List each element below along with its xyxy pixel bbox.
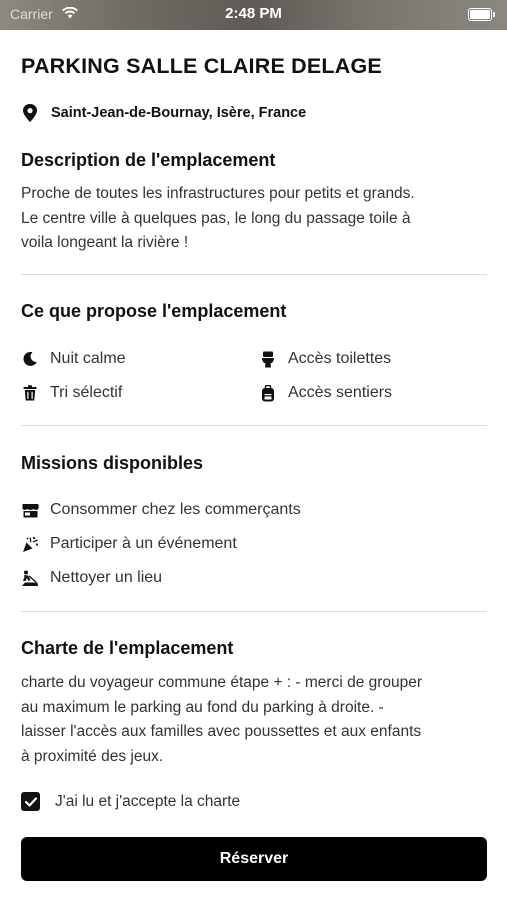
- charter-line: charte du voyageur commune étape + : - m…: [21, 674, 423, 691]
- description-line: Proche de toutes les infrastructures pou…: [21, 185, 415, 202]
- checkmark-icon: [24, 796, 37, 807]
- charter-heading: Charte de l'emplacement: [21, 638, 234, 658]
- mission-item: Nettoyer un lieu: [21, 569, 162, 587]
- charter-text: charte du voyageur commune étape + : - m…: [21, 671, 491, 769]
- amenities-heading: Ce que propose l'emplacement: [21, 301, 287, 321]
- mission-label: Participer à un événement: [50, 535, 237, 552]
- divider: [21, 425, 487, 426]
- location-text: Saint-Jean-de-Bournay, Isère, France: [51, 105, 307, 121]
- amenity-label: Accès toilettes: [288, 350, 392, 367]
- amenity-item: Accès toilettes: [259, 350, 391, 368]
- toilet-icon: [259, 350, 277, 368]
- trash-icon: [21, 384, 39, 402]
- mission-item: Consommer chez les commerçants: [21, 501, 301, 519]
- page-title: PARKING SALLE CLAIRE DELAGE: [21, 54, 382, 78]
- location-pin-icon: [23, 104, 37, 122]
- status-time: 2:48 PM: [225, 5, 282, 22]
- backpack-icon: [259, 384, 277, 402]
- location-row: Saint-Jean-de-Bournay, Isère, France: [21, 103, 306, 123]
- amenity-item: Accès sentiers: [259, 384, 392, 402]
- amenity-label: Accès sentiers: [288, 384, 393, 401]
- amenity-item: Nuit calme: [21, 350, 126, 368]
- reserve-button[interactable]: Réserver: [21, 837, 487, 881]
- charter-line: à proximité des jeux.: [21, 747, 164, 765]
- amenity-item: Tri sélectif: [21, 384, 122, 402]
- description-heading: Description de l'emplacement: [21, 150, 276, 170]
- description-line: Le centre ville à quelques pas, le long …: [21, 209, 411, 227]
- battery-icon: [468, 8, 495, 21]
- description-text: Proche de toutes les infrastructures pou…: [21, 182, 491, 256]
- amenity-label: Tri sélectif: [50, 384, 123, 401]
- mission-label: Consommer chez les commerçants: [50, 501, 301, 518]
- status-bar: Carrier 2:48 PM: [0, 0, 507, 30]
- party-popper-icon: [21, 535, 39, 553]
- moon-icon: [21, 350, 39, 368]
- charter-line: laisser l'accès aux familles avec pousse…: [21, 723, 422, 740]
- mission-item: Participer à un événement: [21, 535, 237, 553]
- store-icon: [21, 501, 39, 519]
- missions-heading: Missions disponibles: [21, 453, 204, 473]
- accept-charter-checkbox[interactable]: [21, 792, 40, 811]
- accept-charter-label[interactable]: J'ai lu et j'accepte la charte: [55, 793, 240, 811]
- charter-line: au maximum le parking au fond du parking…: [21, 698, 384, 716]
- description-line: voila longeant la rivière !: [21, 234, 189, 251]
- divider: [21, 274, 487, 275]
- mission-label: Nettoyer un lieu: [50, 569, 163, 586]
- amenity-label: Nuit calme: [50, 350, 126, 367]
- accept-charter-row[interactable]: J'ai lu et j'accepte la charte: [21, 792, 240, 811]
- broom-icon: [21, 569, 39, 587]
- divider: [21, 611, 487, 612]
